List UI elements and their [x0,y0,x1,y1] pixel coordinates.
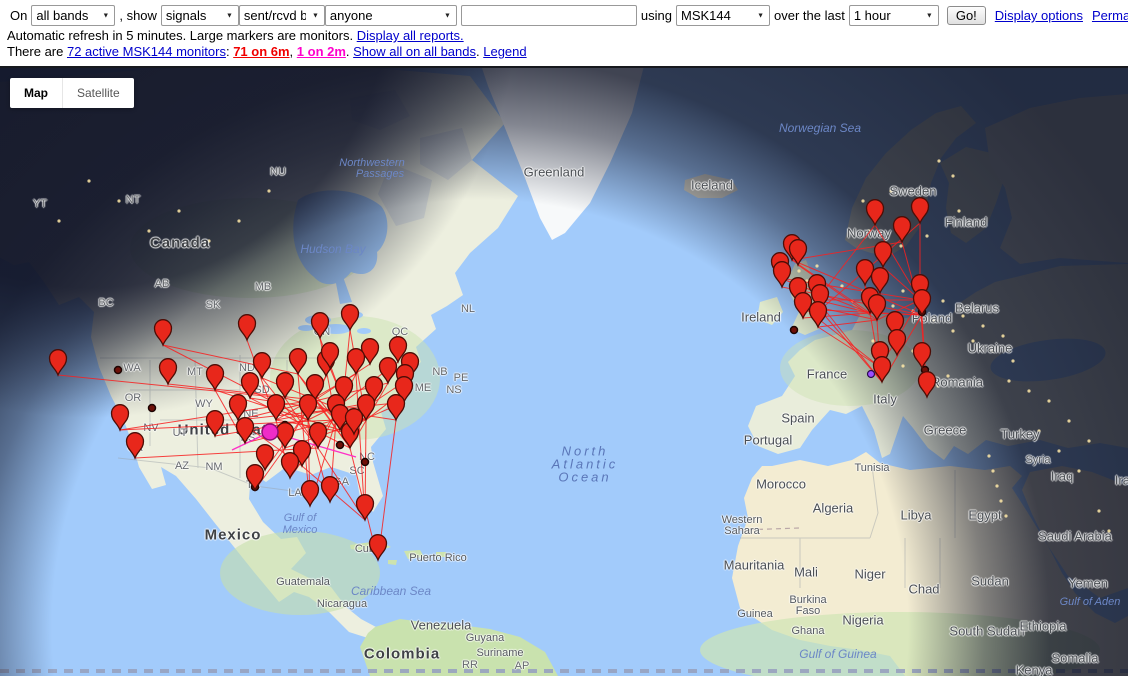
monitor-pin[interactable] [322,477,339,502]
using-label: using [641,8,672,23]
report-dot-marker[interactable] [362,459,369,466]
monitor-pin[interactable] [867,200,884,225]
query-row: On all bands , show signals sent/rcvd by… [0,0,1128,27]
map-type-map-button[interactable]: Map [10,78,62,108]
monitor-pin[interactable] [874,357,891,382]
direction-select-wrap: sent/rcvd by [239,5,325,26]
modulation-select-wrap: MSK144 [676,5,770,26]
permalink-link[interactable]: Permalink [1092,8,1128,23]
monitors-6m-link[interactable]: 71 on 6m [233,44,289,59]
monitor-pin[interactable] [127,433,144,458]
monitor-pin[interactable] [348,349,365,374]
report-dot-marker[interactable] [337,442,344,449]
status-row-2: There are 72 active MSK144 monitors: 71 … [0,43,1128,59]
monitor-pin[interactable] [388,395,405,420]
monitor-pin[interactable] [290,349,307,374]
monitor-pin[interactable] [357,495,374,520]
who-select-wrap: anyone [325,5,457,26]
monitor-pin[interactable] [312,313,329,338]
monitor-pin[interactable] [370,535,387,560]
monitor-pin[interactable] [912,198,929,223]
monitor-pin[interactable] [207,365,224,390]
monitor-pin[interactable] [247,465,264,490]
monitor-pin[interactable] [160,359,177,384]
monitor-pin[interactable] [282,453,299,478]
monitor-pin[interactable] [302,481,319,506]
monitor-pin[interactable] [795,293,812,318]
report-dot-marker-violet[interactable] [868,371,875,378]
over-label: over the last [774,8,845,23]
monitor-pin[interactable] [155,320,172,345]
monitor-pin[interactable] [277,423,294,448]
monitor-pin[interactable] [237,418,254,443]
display-all-reports-link[interactable]: Display all reports. [357,28,464,43]
refresh-text: Automatic refresh in 5 minutes. Large ma… [7,28,357,43]
monitor-pin[interactable] [380,358,397,383]
monitor-pin[interactable] [239,315,256,340]
display-options-link[interactable]: Display options [995,8,1083,23]
timeframe-select-wrap: 1 hour [849,5,939,26]
map-type-control: Map Satellite [10,78,134,108]
legend-link[interactable]: Legend [483,44,526,59]
report-dot-marker[interactable] [791,327,798,334]
show-label: , show [119,8,157,23]
monitor-pin[interactable] [875,242,892,267]
active-monitors-link[interactable]: 72 active MSK144 monitors [67,44,226,59]
monitor-pin[interactable] [857,260,874,285]
monitor-pin[interactable] [230,395,247,420]
monitor-pin[interactable] [277,373,294,398]
monitor-pin[interactable] [889,330,906,355]
there-are-text: There are [7,44,67,59]
mode-select[interactable]: signals [161,5,239,26]
mode-select-wrap: signals [161,5,239,26]
monitor-pin[interactable] [919,372,936,397]
comma-text: , [290,44,297,59]
signal-path [163,345,298,374]
monitors-2m-link[interactable]: 1 on 2m [297,44,346,59]
who-select[interactable]: anyone [325,5,457,26]
report-dot-marker[interactable] [149,405,156,412]
monitor-pin[interactable] [342,305,359,330]
monitor-2m-circle[interactable] [262,424,278,440]
band-select[interactable]: all bands [31,5,115,26]
status-row-1: Automatic refresh in 5 minutes. Large ma… [0,27,1128,43]
on-label: On [10,8,27,23]
monitor-pin[interactable] [112,405,129,430]
callsign-input[interactable] [461,5,637,26]
markers-svg [0,68,1128,676]
modulation-select[interactable]: MSK144 [676,5,770,26]
map-type-satellite-button[interactable]: Satellite [62,78,134,108]
direction-select[interactable]: sent/rcvd by [239,5,325,26]
timeframe-select[interactable]: 1 hour [849,5,939,26]
show-all-bands-link[interactable]: Show all on all bands [353,44,476,59]
report-dot-marker[interactable] [115,367,122,374]
toolbar: On all bands , show signals sent/rcvd by… [0,0,1128,66]
monitor-pin[interactable] [894,217,911,242]
go-button[interactable]: Go! [947,6,986,25]
monitor-pin[interactable] [914,290,931,315]
monitor-pin[interactable] [914,343,931,368]
monitor-pin[interactable] [207,411,224,436]
signal-path [818,327,880,367]
monitor-pin[interactable] [254,353,271,378]
monitor-pin[interactable] [50,350,67,375]
band-select-wrap: all bands [31,5,115,26]
monitor-pin[interactable] [774,262,791,287]
map-canvas[interactable]: Norwegian SeaNorthwesternPassagesHudson … [0,66,1128,676]
